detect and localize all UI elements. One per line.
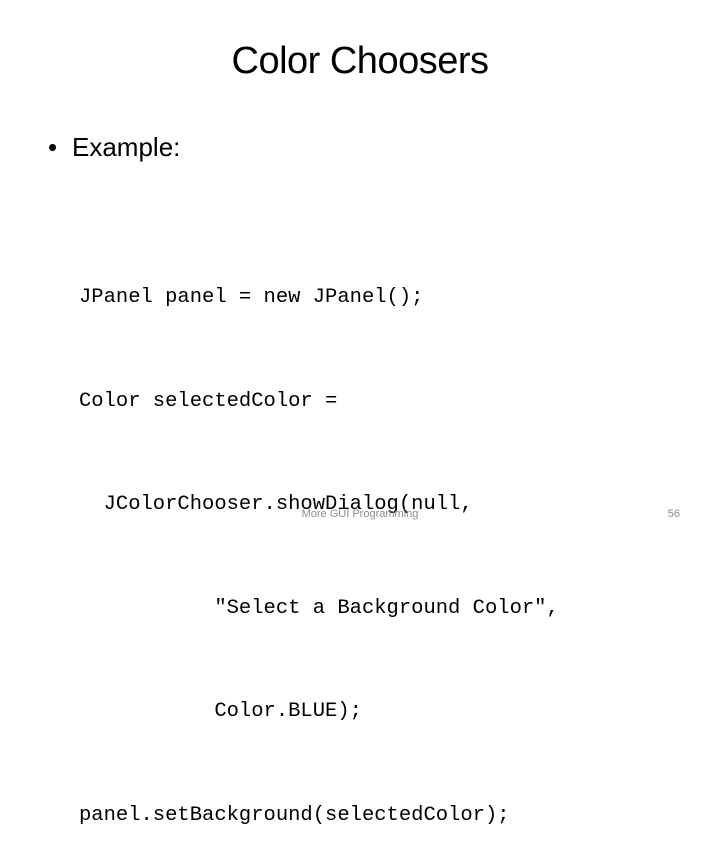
code-line: "Select a Background Color",: [79, 596, 559, 620]
bullet-item: • Example:: [48, 132, 180, 163]
footer-text: More GUI Programming: [301, 508, 419, 520]
code-line: Color selectedColor =: [79, 389, 338, 413]
code-line: Color.BLUE);: [79, 700, 362, 723]
code-line: JPanel panel = new JPanel();: [79, 286, 424, 309]
page-number: 56: [667, 508, 680, 520]
bullet-text: Example:: [72, 132, 181, 162]
slide-title: Color Choosers: [231, 40, 490, 82]
bullet-icon: •: [48, 132, 58, 162]
code-line: panel.setBackground(selectedColor);: [79, 803, 510, 827]
